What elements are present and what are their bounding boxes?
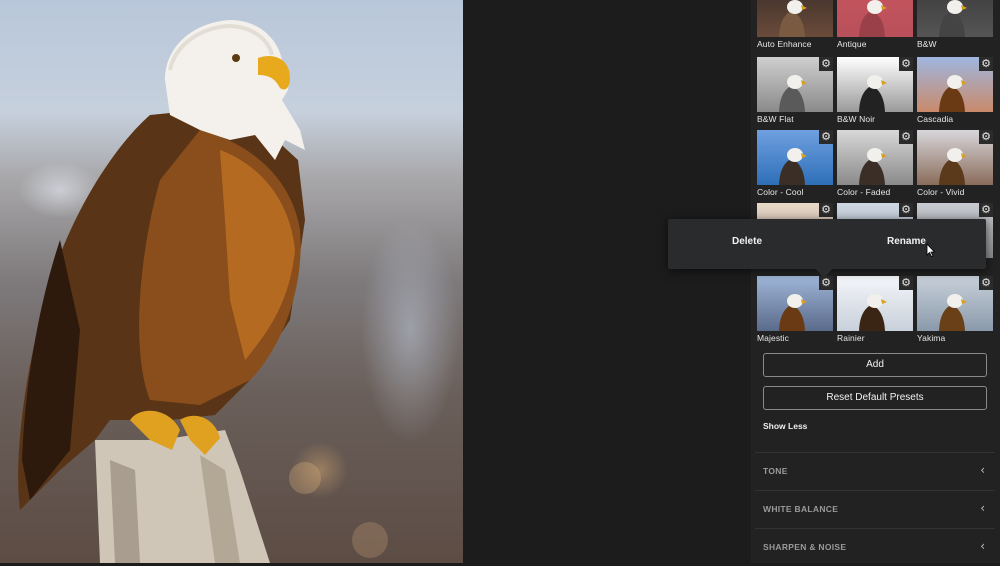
preset-label: Color - Cool: [757, 187, 804, 197]
gear-icon[interactable]: ⚙: [979, 57, 993, 71]
delete-preset-button[interactable]: Delete: [732, 236, 762, 247]
preset-preview-image: ⚙: [837, 130, 913, 185]
section-title: TONE: [763, 466, 788, 476]
eagle-thumbnail-graphic: [939, 0, 967, 37]
preset-label: Cascadia: [917, 114, 954, 124]
preset-thumbnail[interactable]: ⚙ Rainier: [837, 276, 913, 343]
preset-thumbnail[interactable]: Antique: [837, 0, 913, 49]
preset-thumbnail[interactable]: ⚙ Color - Vivid: [917, 130, 993, 197]
preset-preview-image: ⚙: [837, 57, 913, 112]
preset-preview-image: ⚙: [757, 276, 833, 331]
mouse-pointer-icon: [926, 243, 936, 257]
preset-context-popup: Delete Rename: [668, 219, 986, 278]
preset-thumbnail[interactable]: B&W: [917, 0, 993, 49]
gear-icon[interactable]: ⚙: [819, 276, 833, 290]
preset-preview-image: ⚙: [917, 57, 993, 112]
preset-preview-image: [837, 0, 913, 37]
gear-icon[interactable]: ⚙: [899, 57, 913, 71]
rename-preset-button[interactable]: Rename: [887, 236, 926, 247]
chevron-left-icon: ‹: [980, 539, 985, 553]
preset-thumbnail[interactable]: ⚙ Yakima: [917, 276, 993, 343]
preset-preview-image: ⚙: [917, 276, 993, 331]
eagle-photo: [18, 20, 388, 563]
preset-label: Majestic: [757, 333, 789, 343]
gear-icon[interactable]: ⚙: [979, 276, 993, 290]
preset-thumbnail[interactable]: ⚙ B&W Noir: [837, 57, 913, 124]
eagle-thumbnail-graphic: [779, 0, 807, 37]
section-white-balance[interactable]: WHITE BALANCE ‹: [755, 490, 995, 528]
eagle-thumbnail-graphic: [859, 294, 887, 331]
preset-preview-image: [917, 0, 993, 37]
eagle-thumbnail-graphic: [779, 148, 807, 185]
preset-thumbnail[interactable]: ⚙ Cascadia: [917, 57, 993, 124]
preset-label: Auto Enhance: [757, 39, 812, 49]
chevron-left-icon: ‹: [980, 501, 985, 515]
preset-preview-image: ⚙: [757, 57, 833, 112]
gear-icon[interactable]: ⚙: [899, 276, 913, 290]
eagle-thumbnail-graphic: [859, 148, 887, 185]
canvas-background: [463, 0, 751, 563]
photo-canvas: [0, 0, 463, 563]
section-title: SHARPEN & NOISE: [763, 542, 847, 552]
eagle-thumbnail-graphic: [939, 294, 967, 331]
section-title: WHITE BALANCE: [763, 504, 839, 514]
preset-label: Color - Vivid: [917, 187, 965, 197]
preset-preview-image: ⚙: [917, 130, 993, 185]
eagle-thumbnail-graphic: [859, 0, 887, 37]
eagle-thumbnail-graphic: [939, 75, 967, 112]
preset-label: B&W Noir: [837, 114, 876, 124]
eagle-thumbnail-graphic: [779, 75, 807, 112]
preset-label: B&W: [917, 39, 937, 49]
preset-preview-image: ⚙: [757, 130, 833, 185]
gear-icon[interactable]: ⚙: [819, 57, 833, 71]
chevron-left-icon: ‹: [980, 463, 985, 477]
preset-preview-image: ⚙: [837, 276, 913, 331]
preset-thumbnail[interactable]: ⚙ Majestic: [757, 276, 833, 343]
eagle-thumbnail-graphic: [939, 148, 967, 185]
preset-thumbnail[interactable]: Auto Enhance: [757, 0, 833, 49]
preset-label: Color - Faded: [837, 187, 891, 197]
preset-thumbnail[interactable]: ⚙ B&W Flat: [757, 57, 833, 124]
add-preset-button[interactable]: Add: [763, 353, 987, 377]
reset-default-presets-button[interactable]: Reset Default Presets: [763, 386, 987, 410]
preset-label: Yakima: [917, 333, 946, 343]
preset-label: B&W Flat: [757, 114, 794, 124]
preset-label: Antique: [837, 39, 867, 49]
gear-icon[interactable]: ⚙: [899, 130, 913, 144]
gear-icon[interactable]: ⚙: [899, 203, 913, 217]
preset-preview-image: [757, 0, 833, 37]
gear-icon[interactable]: ⚙: [979, 130, 993, 144]
show-less-link[interactable]: Show Less: [763, 421, 807, 431]
section-tone[interactable]: TONE ‹: [755, 452, 995, 490]
eagle-thumbnail-graphic: [859, 75, 887, 112]
section-sharpen-noise[interactable]: SHARPEN & NOISE ‹: [755, 528, 995, 566]
preset-label: Rainier: [837, 333, 865, 343]
eagle-thumbnail-graphic: [779, 294, 807, 331]
gear-icon[interactable]: ⚙: [819, 203, 833, 217]
gear-icon[interactable]: ⚙: [979, 203, 993, 217]
preset-thumbnail[interactable]: ⚙ Color - Cool: [757, 130, 833, 197]
gear-icon[interactable]: ⚙: [819, 130, 833, 144]
preset-thumbnail[interactable]: ⚙ Color - Faded: [837, 130, 913, 197]
